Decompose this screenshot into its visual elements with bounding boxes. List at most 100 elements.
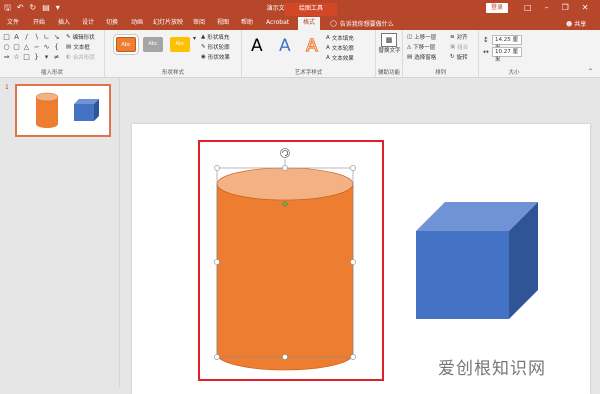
textbox-shape-icon[interactable]: A [12, 33, 21, 42]
tab-insert[interactable]: 插入 [56, 18, 72, 28]
group-icon: ▣ [450, 44, 456, 50]
edit-shape-label: 编辑形状 [72, 35, 95, 41]
tab-view[interactable]: 视图 [215, 18, 231, 28]
tab-transitions[interactable]: 切换 [104, 18, 120, 28]
curve-shape-icon[interactable]: ∽ [32, 43, 41, 52]
width-icon: ↔ [483, 48, 489, 56]
star-shape-icon[interactable]: ☆ [12, 53, 21, 62]
shape-outline-button[interactable]: ✎ 形状轮廓 [201, 43, 230, 51]
wordart-styles-group-label: 艺术字样式 [294, 70, 323, 76]
slide-thumbnail-preview [35, 92, 99, 128]
tab-animations[interactable]: 动画 [129, 18, 145, 28]
shape-fill-button[interactable]: ▲ 形状填充 [201, 33, 229, 41]
freeform-shape-icon[interactable]: ∿ [42, 43, 51, 52]
alt-text-icon[interactable]: ▩ [381, 33, 397, 47]
text-outline-button[interactable]: A 文本轮廓 [326, 44, 354, 52]
tell-me-box[interactable]: ◯ 告诉我你想要做什么 [330, 19, 394, 28]
align-label: 对齐 [456, 35, 468, 41]
brace-close-shape-icon[interactable]: } [32, 53, 41, 62]
text-box-button[interactable]: ▤ 文本框 [66, 43, 90, 51]
accessibility-group: ▩ 替换文字 辅助功能 [376, 30, 403, 78]
context-tab-title: 绘图工具 [285, 3, 337, 16]
alt-text-button[interactable]: 替换文字 [376, 48, 403, 55]
merge-shapes-button[interactable]: ◐ 合并形状 [66, 53, 95, 61]
tell-me-text: 告诉我你想要做什么 [339, 21, 394, 28]
rounded-rectangle-shape-icon[interactable]: ▢ [12, 43, 21, 52]
share-button[interactable]: ☻ 共享 [566, 19, 586, 28]
close-icon[interactable]: ✕ [582, 2, 589, 13]
shape-style-orange[interactable]: Abc [116, 37, 136, 52]
shapes-gallery[interactable]: □ A ∕ ∖ ∟ ↘ ○ ▢ △ ∽ ∿ { ⇒ ☆ □ } ▾ ≠ [2, 33, 62, 61]
rectangle-shape-icon[interactable]: □ [2, 33, 11, 42]
tab-review[interactable]: 审阅 [191, 18, 207, 28]
text-fill-button[interactable]: A 文本填充 [326, 34, 354, 42]
bring-forward-button[interactable]: ◫ 上移一层 [407, 33, 436, 41]
send-backward-icon: ◬ [407, 44, 412, 50]
align-icon: ≡ [450, 34, 455, 40]
text-effects-button[interactable]: A 文本效果 [326, 54, 354, 62]
edit-shape-button[interactable]: ✎ 编辑形状 [66, 33, 95, 41]
connector-shape-icon[interactable]: ∟ [42, 33, 51, 42]
tab-file[interactable]: 文件 [5, 18, 21, 28]
shape-styles-group-label: 形状样式 [161, 70, 184, 76]
collapse-ribbon-icon[interactable]: ⌃ [588, 68, 593, 75]
size-group: ↕ 14.25 厘米 ↔ 10.27 厘米 大小 [479, 30, 549, 78]
wordart-styles-group: A A A A 文本填充 A 文本轮廓 A 文本效果 艺术字样式 [242, 30, 376, 78]
shape-effects-label: 形状效果 [207, 55, 230, 61]
wordart-style-black[interactable]: A [251, 36, 263, 56]
window-controls: □ – ❐ ✕ [524, 2, 588, 13]
shape-style-gold[interactable]: Abc [170, 37, 190, 52]
triangle-shape-icon[interactable]: △ [22, 43, 31, 52]
group-button[interactable]: ▣ 组合 [450, 43, 468, 51]
paint-bucket-icon: ▲ [201, 34, 206, 40]
pencil-icon: ✎ [201, 44, 206, 50]
tab-acrobat[interactable]: Acrobat [264, 18, 291, 28]
text-outline-icon: A [326, 45, 330, 51]
login-button[interactable]: 登录 [486, 3, 508, 13]
shape-height-field[interactable]: 14.25 厘米 [492, 35, 522, 51]
insert-shapes-group-label: 插入形状 [40, 70, 63, 76]
wordart-style-blue[interactable]: A [279, 36, 291, 56]
text-effects-label: 文本效果 [331, 56, 354, 62]
accessibility-group-label: 辅助功能 [377, 70, 400, 76]
more-shapes-icon[interactable]: ▾ [42, 53, 51, 62]
oval-shape-icon[interactable]: ○ [2, 43, 11, 52]
tab-format[interactable]: 格式 [298, 17, 321, 30]
arrange-group-label: 排列 [434, 70, 446, 76]
edit-shape-icon: ✎ [66, 34, 71, 40]
arrange-group: ◫ 上移一层 ◬ 下移一层 ▤ 选择窗格 ≡ 对齐 ▣ 组合 ↻ 旋转 排列 [403, 30, 479, 78]
slide-thumbnail[interactable] [15, 84, 111, 137]
merge-shapes-label: 合并形状 [72, 55, 95, 61]
text-fill-icon: A [326, 35, 330, 41]
insert-shapes-group: □ A ∕ ∖ ∟ ↘ ○ ▢ △ ∽ ∿ { ⇒ ☆ □ } ▾ ≠ ✎ 编辑… [0, 30, 105, 78]
cube-shape[interactable] [416, 202, 538, 319]
shape-styles-more-icon[interactable]: ▾ [193, 35, 196, 42]
arrow-right-shape-icon[interactable]: ⇒ [2, 53, 11, 62]
tab-design[interactable]: 设计 [80, 18, 96, 28]
selection-pane-button[interactable]: ▤ 选择窗格 [407, 53, 436, 61]
shape-width-field[interactable]: 10.27 厘米 [492, 47, 522, 63]
equation-shape-icon[interactable]: ≠ [52, 53, 61, 62]
text-outline-label: 文本轮廓 [331, 46, 354, 52]
tab-home[interactable]: 开始 [31, 18, 47, 28]
send-backward-button[interactable]: ◬ 下移一层 [407, 43, 435, 51]
ribbon-display-options-icon[interactable]: □ [524, 2, 532, 13]
minimize-icon[interactable]: – [545, 2, 549, 13]
wordart-style-orange-outline[interactable]: A [306, 36, 319, 57]
slide-number: 1 [5, 84, 9, 91]
shape-style-gray[interactable]: Abc [143, 37, 163, 52]
shape-effects-button[interactable]: ◉ 形状效果 [201, 53, 230, 61]
arrow-shape-icon[interactable]: ↘ [52, 33, 61, 42]
line-shape-icon[interactable]: ∕ [22, 33, 31, 42]
align-button[interactable]: ≡ 对齐 [450, 33, 468, 41]
rotate-label: 旋转 [456, 55, 468, 61]
line-shape-icon[interactable]: ∖ [32, 33, 41, 42]
shape-styles-group: Abc Abc Abc ▾ ▲ 形状填充 ✎ 形状轮廓 ◉ 形状效果 形状样式 [105, 30, 242, 78]
restore-icon[interactable]: ❐ [562, 2, 569, 13]
callout-shape-icon[interactable]: □ [22, 53, 31, 62]
ribbon-tab-bar: 文件 开始 插入 设计 切换 动画 幻灯片放映 审阅 视图 帮助 Acrobat… [0, 16, 600, 30]
brace-shape-icon[interactable]: { [52, 43, 61, 52]
tab-help[interactable]: 帮助 [239, 18, 255, 28]
rotate-button[interactable]: ↻ 旋转 [450, 53, 468, 61]
tab-slideshow[interactable]: 幻灯片放映 [151, 18, 185, 28]
